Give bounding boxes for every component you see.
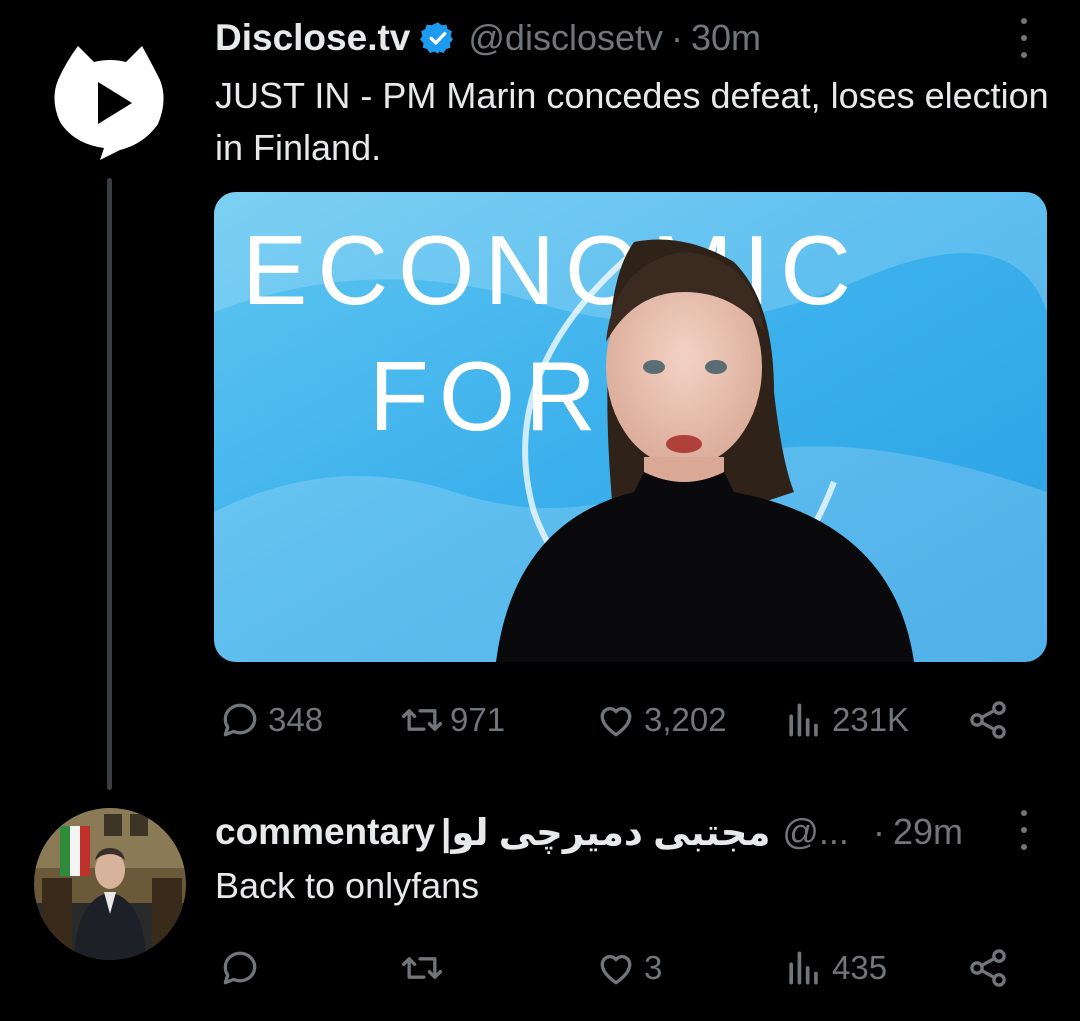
repost-icon <box>402 957 442 979</box>
separator-dot: · <box>670 17 683 58</box>
repost-button[interactable] <box>400 940 450 996</box>
share-button[interactable] <box>966 940 1010 996</box>
tweet-media-image[interactable]: ECONOMIC FORUM <box>214 192 1047 662</box>
more-options-icon[interactable] <box>1019 18 1029 58</box>
tweet-text: Back to onlyfans <box>215 865 480 906</box>
views-button[interactable]: 231K <box>782 692 909 748</box>
avatar-commentary[interactable] <box>34 808 186 960</box>
tweet-text: JUST IN - PM Marin concedes defeat, lose… <box>215 75 1049 168</box>
repost-count: 971 <box>450 701 506 738</box>
like-count: 3 <box>644 949 663 986</box>
like-icon <box>600 707 632 737</box>
share-icon <box>970 701 1006 739</box>
tweet-header: commentary مجتبی دمیرچی لو| @... · 29m <box>215 808 963 856</box>
repost-button[interactable]: 971 <box>400 692 505 748</box>
tweet-header: Disclose.tv @disclosetv · 30m <box>215 14 761 62</box>
more-options-icon[interactable] <box>1019 810 1029 850</box>
reply-button[interactable] <box>218 940 268 996</box>
user-photo <box>34 808 186 960</box>
views-count: 435 <box>832 949 888 986</box>
handle[interactable]: @disclosetv <box>468 17 663 59</box>
tweet-actions: 348 971 3,202 231K <box>0 692 1080 748</box>
views-count: 231K <box>832 701 910 738</box>
handle[interactable]: @... <box>782 811 849 853</box>
like-button[interactable]: 3 <box>594 940 662 996</box>
reply-button[interactable]: 348 <box>218 692 323 748</box>
like-count: 3,202 <box>644 701 727 738</box>
views-button[interactable]: 435 <box>782 940 887 996</box>
verified-badge-icon <box>420 20 456 56</box>
media-caption-line1: ECONOMIC <box>242 215 861 325</box>
separator-dot: · <box>872 811 885 852</box>
display-name-secondary[interactable]: مجتبی دمیرچی لو| <box>441 811 770 854</box>
reply-icon <box>223 703 257 737</box>
views-icon <box>789 951 818 985</box>
share-icon <box>970 949 1006 987</box>
timestamp[interactable]: 29m <box>893 811 963 853</box>
share-button[interactable] <box>966 692 1010 748</box>
tweet-actions: 3 435 <box>0 940 1080 996</box>
display-name[interactable]: Disclose.tv <box>215 17 410 59</box>
disclosetv-logo-icon <box>54 46 164 160</box>
reply-icon <box>223 951 257 985</box>
reply-count: 348 <box>268 701 324 738</box>
timestamp[interactable]: 30m <box>691 17 761 59</box>
repost-icon <box>402 709 442 731</box>
avatar-disclosetv[interactable] <box>48 40 172 160</box>
views-icon <box>789 703 818 737</box>
display-name[interactable]: commentary <box>215 811 435 853</box>
like-icon <box>600 955 632 985</box>
like-button[interactable]: 3,202 <box>594 692 727 748</box>
